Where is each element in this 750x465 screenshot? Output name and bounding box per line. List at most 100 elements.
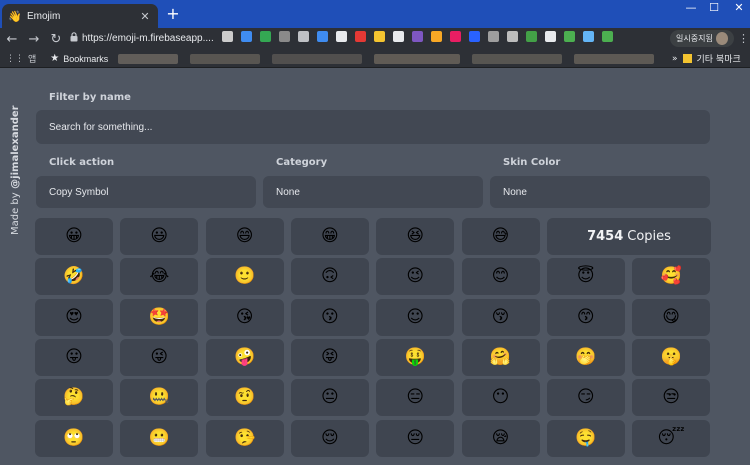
extension-icon[interactable] [241,31,252,42]
emoji-cell[interactable]: 😉 [376,258,455,296]
emoji-cell[interactable]: 🤣 [35,258,113,296]
back-button[interactable]: ← [2,32,22,47]
browser-tab[interactable]: 👋 Emojim ✕ [2,4,158,28]
emoji-cell[interactable]: 🤥 [205,419,284,457]
extension-icon[interactable] [355,31,366,42]
extension-icon[interactable] [507,31,518,42]
emoji-cell[interactable]: 😍 [35,298,113,336]
emoji-cell[interactable]: 😚 [461,298,540,336]
blurred-bookmark[interactable] [272,54,362,64]
blurred-bookmark[interactable] [574,54,654,64]
extension-icon[interactable] [298,31,309,42]
extension-icon[interactable] [450,31,461,42]
emoji-cell[interactable]: 😇 [546,258,625,296]
maximize-button[interactable]: ☐ [700,0,728,18]
emoji-cell[interactable]: 🤑 [376,338,455,376]
emoji-cell[interactable]: 😶 [461,379,540,417]
emoji-cell[interactable]: 😊 [461,258,540,296]
menu-icon[interactable]: ⋮ [738,32,749,45]
emoji-cell[interactable]: 😘 [205,298,284,336]
new-tab-button[interactable]: + [164,5,182,23]
emoji-cell[interactable]: 😏 [546,379,625,417]
emoji-cell[interactable]: 😐 [290,379,369,417]
extension-icon[interactable] [393,31,404,42]
made-by-credit[interactable]: Made by @jimalexander [10,105,21,235]
emoji-cell[interactable]: 🤐 [120,379,199,417]
emoji-cell[interactable]: 🥰 [632,258,711,296]
extension-icon[interactable] [279,31,290,42]
emoji-cell[interactable]: 😔 [376,419,455,457]
reload-button[interactable]: ↻ [46,32,66,47]
bookmarks-folder[interactable]: Bookmarks [63,54,108,64]
more-bookmarks-icon[interactable]: » [672,54,678,64]
extension-icon[interactable] [526,31,537,42]
blurred-bookmark[interactable] [190,54,260,64]
emoji-cell[interactable]: 😬 [120,419,199,457]
extension-icon[interactable] [545,31,556,42]
emoji-cell[interactable]: 😜 [120,338,199,376]
click-action-label: Click action [49,157,115,168]
emoji-cell[interactable]: 🤭 [546,338,625,376]
blurred-bookmark[interactable] [472,54,562,64]
blurred-bookmark[interactable] [118,54,178,64]
extension-icon[interactable] [336,31,347,42]
skin-color-select[interactable]: None [490,176,710,208]
emoji-cell[interactable]: ☺ [376,298,455,336]
emoji-glyph: 😘 [235,306,254,327]
other-bookmarks[interactable]: » 기타 북마크 [672,52,741,66]
apps-shortcut[interactable]: ⋮⋮ 앱 [6,52,36,66]
emoji-cell[interactable]: 😀 [35,218,113,255]
extension-icon[interactable] [412,31,423,42]
profile-button[interactable]: 일시중지됨 [670,30,734,47]
extension-icon[interactable] [374,31,385,42]
emoji-cell[interactable]: 😑 [376,379,455,417]
extension-icon[interactable] [222,31,233,42]
extension-icon[interactable] [469,31,480,42]
emoji-cell[interactable]: 😴 [632,419,711,457]
avatar [715,32,728,45]
emoji-cell[interactable]: 🙄 [35,419,113,457]
category-select[interactable]: None [263,176,483,208]
emoji-cell[interactable]: 🤗 [461,338,540,376]
emoji-cell[interactable]: 😃 [120,218,199,255]
emoji-glyph: 🤑 [404,346,426,367]
emoji-cell[interactable]: 😅 [461,218,540,255]
extension-icon[interactable] [583,31,594,42]
emoji-cell[interactable]: 🤔 [35,379,113,417]
emoji-cell[interactable]: 😗 [290,298,369,336]
extension-icon[interactable] [317,31,328,42]
extension-icon[interactable] [602,31,613,42]
emoji-cell[interactable]: 😌 [290,419,369,457]
emoji-cell[interactable]: 😆 [376,218,455,255]
search-input[interactable]: Search for something... [36,110,710,144]
emoji-cell[interactable]: 😂 [120,258,199,296]
extension-icon[interactable] [564,31,575,42]
emoji-cell[interactable]: 🤫 [632,338,711,376]
emoji-cell[interactable]: 😒 [632,379,711,417]
emoji-cell[interactable]: 😙 [546,298,625,336]
emoji-cell[interactable]: 🙂 [205,258,284,296]
emoji-glyph: 😜 [150,346,169,367]
emoji-cell[interactable]: 😄 [205,218,284,255]
emoji-cell[interactable]: 😪 [461,419,540,457]
emoji-cell[interactable]: 😋 [632,298,711,336]
extension-icon[interactable] [488,31,499,42]
emoji-cell[interactable]: 😁 [290,218,369,255]
emoji-cell[interactable]: 🤪 [205,338,284,376]
blurred-bookmark[interactable] [374,54,460,64]
emoji-cell[interactable]: 🤤 [546,419,625,457]
emoji-cell[interactable]: 🤩 [120,298,199,336]
emoji-glyph: 🤥 [234,427,256,448]
extension-icon[interactable] [431,31,442,42]
forward-button[interactable]: → [24,32,44,47]
click-action-select[interactable]: Copy Symbol [36,176,256,208]
emoji-cell[interactable]: 😛 [35,338,113,376]
emoji-cell[interactable]: 🤨 [205,379,284,417]
extension-icon[interactable] [260,31,271,42]
window-close-button[interactable]: ✕ [728,0,750,18]
tab-strip: 👋 Emojim ✕ + — ☐ ✕ [0,0,750,28]
emoji-cell[interactable]: 😝 [290,338,369,376]
emoji-cell[interactable]: 🙃 [290,258,369,296]
author-link[interactable]: @jimalexander [10,105,21,188]
close-icon[interactable]: ✕ [138,10,152,23]
